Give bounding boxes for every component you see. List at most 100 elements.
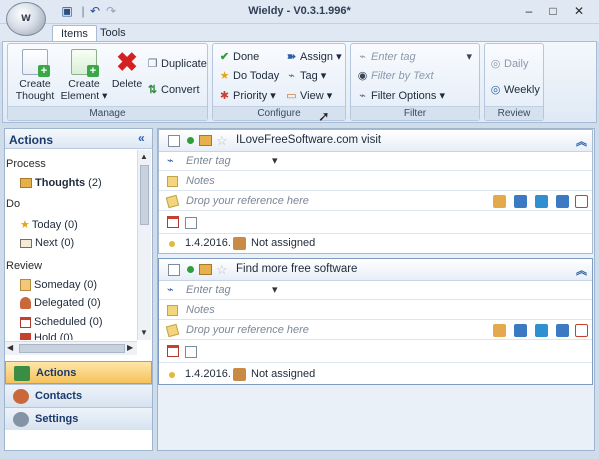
app-logo-icon[interactable]: W bbox=[6, 2, 46, 36]
priority-label: Priority ▾ bbox=[233, 90, 276, 102]
sidebar-item-next[interactable]: Next (0) bbox=[20, 235, 74, 251]
create-thought-button[interactable]: + Create Thought bbox=[12, 49, 58, 102]
sidebar-item-today[interactable]: ★ Today (0) bbox=[20, 217, 78, 233]
convert-button[interactable]: ⇅ Convert bbox=[146, 82, 200, 98]
item-card[interactable]: ☆ Find more free software ︽ ⌁ Enter tag … bbox=[158, 258, 593, 385]
do-today-button[interactable]: ★ Do Today bbox=[218, 68, 280, 84]
calendar-icon[interactable] bbox=[167, 216, 179, 228]
notes-input[interactable]: Notes bbox=[186, 172, 215, 191]
nav-contacts-button[interactable]: Contacts bbox=[5, 384, 152, 407]
reference-dropzone[interactable]: Drop your reference here bbox=[186, 321, 309, 340]
assign-button[interactable]: ➽ Assign ▾ bbox=[285, 49, 342, 65]
daily-review-button[interactable]: ◎ Daily bbox=[489, 56, 529, 72]
close-button[interactable]: ✕ bbox=[568, 3, 590, 19]
scroll-up-icon[interactable]: ▲ bbox=[140, 152, 148, 161]
remove-file-icon[interactable] bbox=[575, 195, 588, 208]
filter-options-button[interactable]: ⌁ Filter Options ▾ bbox=[356, 88, 445, 104]
upload-icon[interactable] bbox=[556, 195, 569, 208]
nav-actions-button[interactable]: Actions bbox=[5, 361, 152, 384]
tag-row[interactable]: ⌁ Enter tag ▾ bbox=[159, 152, 592, 171]
priority-button[interactable]: ✱ Priority ▾ bbox=[218, 88, 276, 104]
vertical-scrollbar[interactable]: ▲ ▼ bbox=[137, 150, 151, 340]
weekly-icon: ◎ bbox=[490, 84, 501, 96]
item-date[interactable]: 1.4.2016. bbox=[185, 234, 231, 253]
section-do: Do bbox=[6, 198, 21, 210]
folder-icon[interactable] bbox=[493, 195, 506, 208]
filter-options-label: Filter Options ▾ bbox=[371, 90, 445, 102]
folder-icon[interactable] bbox=[493, 324, 506, 337]
weekly-review-button[interactable]: ◎ Weekly bbox=[489, 82, 540, 98]
upload-icon[interactable] bbox=[556, 324, 569, 337]
item-card[interactable]: ☆ ILoveFreeSoftware.com visit ︽ ⌁ Enter … bbox=[158, 129, 593, 254]
sidebar-item-scheduled[interactable]: Scheduled (0) bbox=[20, 314, 103, 330]
item-assignee[interactable]: Not assigned bbox=[251, 234, 315, 253]
item-title[interactable]: Find more free software bbox=[236, 263, 357, 275]
scroll-thumb[interactable] bbox=[140, 165, 149, 225]
download-icon[interactable] bbox=[514, 324, 527, 337]
done-label: Done bbox=[233, 51, 260, 63]
collapse-card-icon[interactable]: ︽ bbox=[576, 262, 587, 278]
star-outline-icon[interactable]: ☆ bbox=[216, 133, 228, 149]
done-checkbox[interactable] bbox=[168, 264, 180, 276]
scroll-right-icon[interactable]: ▶ bbox=[127, 343, 133, 352]
inbox-icon bbox=[20, 178, 32, 189]
sidebar-item-delegated[interactable]: Delegated (0) bbox=[20, 295, 101, 311]
chevron-down-icon[interactable]: ▾ bbox=[272, 152, 278, 171]
notes-input[interactable]: Notes bbox=[186, 301, 215, 320]
filter-text-input[interactable]: ◉ Filter by Text bbox=[356, 68, 434, 84]
tag-input[interactable]: Enter tag bbox=[186, 281, 231, 300]
calendar-icon[interactable] bbox=[167, 345, 179, 357]
done-button[interactable]: ✔ Done bbox=[218, 49, 259, 65]
chevron-down-icon[interactable]: ▾ bbox=[466, 49, 472, 65]
collapse-pane-button[interactable]: « bbox=[138, 131, 145, 145]
download-icon[interactable] bbox=[514, 195, 527, 208]
tag-row[interactable]: ⌁ Enter tag ▾ bbox=[159, 281, 592, 300]
nav-settings-button[interactable]: Settings bbox=[5, 407, 152, 430]
star-outline-icon[interactable]: ☆ bbox=[216, 262, 228, 278]
hold-count: (0) bbox=[59, 332, 74, 340]
done-checkbox[interactable] bbox=[168, 135, 180, 147]
minimize-button[interactable]: ‒ bbox=[518, 3, 540, 19]
scroll-left-icon[interactable]: ◀ bbox=[7, 343, 13, 352]
next-list-icon bbox=[20, 238, 32, 248]
maximize-button[interactable]: □ bbox=[542, 3, 564, 19]
notes-row[interactable]: Notes bbox=[159, 301, 592, 320]
collapse-card-icon[interactable]: ︽ bbox=[576, 133, 587, 149]
person-icon bbox=[233, 368, 246, 381]
refresh-icon[interactable] bbox=[535, 324, 548, 337]
new-element-icon: + bbox=[71, 49, 99, 77]
tab-items[interactable]: Items bbox=[52, 25, 97, 42]
item-title[interactable]: ILoveFreeSoftware.com visit bbox=[236, 134, 381, 146]
reference-row[interactable]: Drop your reference here bbox=[159, 321, 592, 340]
person-icon bbox=[20, 297, 31, 310]
create-element-button[interactable]: + Create Element ▾ bbox=[60, 49, 108, 102]
tag-input[interactable]: Enter tag bbox=[186, 152, 231, 171]
next-label: Next bbox=[35, 237, 58, 249]
remove-file-icon[interactable] bbox=[575, 324, 588, 337]
refresh-icon[interactable] bbox=[535, 195, 548, 208]
star-icon: ★ bbox=[20, 219, 30, 231]
reference-dropzone[interactable]: Drop your reference here bbox=[186, 192, 309, 211]
hscroll-thumb[interactable] bbox=[19, 344, 125, 353]
item-assignee[interactable]: Not assigned bbox=[251, 365, 315, 384]
schedule-row[interactable] bbox=[159, 341, 592, 363]
item-date[interactable]: 1.4.2016. bbox=[185, 365, 231, 384]
duplicate-button[interactable]: ❐ Duplicate bbox=[146, 56, 207, 72]
horizontal-scrollbar[interactable]: ◀ ▶ bbox=[5, 341, 137, 355]
sidebar-item-hold[interactable]: Hold (0) bbox=[20, 331, 73, 340]
notes-row[interactable]: Notes bbox=[159, 172, 592, 191]
reference-row[interactable]: Drop your reference here bbox=[159, 192, 592, 211]
scheduled-checkbox[interactable] bbox=[185, 346, 197, 358]
scheduled-count: (0) bbox=[89, 316, 103, 328]
sidebar-item-someday[interactable]: Someday (0) bbox=[20, 277, 97, 293]
filter-tag-input[interactable]: ⌁ Enter tag ▾ bbox=[356, 49, 476, 65]
schedule-row[interactable] bbox=[159, 212, 592, 234]
delete-button[interactable]: ✖ Delete bbox=[110, 49, 144, 90]
tag-button[interactable]: ⌁ Tag ▾ bbox=[285, 68, 326, 84]
sidebar-item-thoughts[interactable]: Thoughts (2) bbox=[20, 175, 102, 191]
view-button[interactable]: ▭ View ▾ bbox=[285, 88, 332, 104]
chevron-down-icon[interactable]: ▾ bbox=[272, 281, 278, 300]
scroll-down-icon[interactable]: ▼ bbox=[140, 328, 148, 337]
scheduled-checkbox[interactable] bbox=[185, 217, 197, 229]
tab-tools[interactable]: Tools bbox=[92, 25, 134, 42]
